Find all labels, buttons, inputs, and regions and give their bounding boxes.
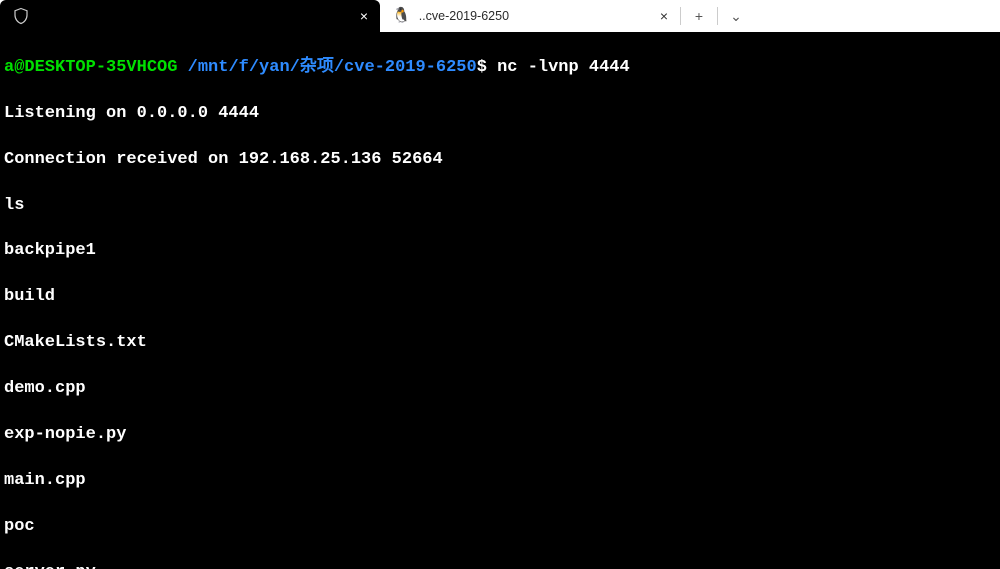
terminal-output-line: ls [4,195,996,218]
prompt-user-host: a@DESKTOP-35VHCOG [4,58,177,77]
tab-close-button[interactable]: × [656,8,672,24]
terminal-output-line: Connection received on 192.168.25.136 52… [4,149,996,172]
terminal-output-line: CMakeLists.txt [4,332,996,355]
terminal[interactable]: a@DESKTOP-35VHCOG /mnt/f/yan/杂项/cve-2019… [0,32,1000,569]
terminal-output-line: poc [4,516,996,539]
tab-close-button[interactable]: × [356,8,372,24]
terminal-output-line: demo.cpp [4,378,996,401]
tab-actions: + ⌄ [680,0,754,32]
terminal-output-line: Listening on 0.0.0.0 4444 [4,103,996,126]
terminal-output-line: backpipe1 [4,240,996,263]
prompt-command: nc -lvnp 4444 [487,58,630,77]
prompt-path: /mnt/f/yan/杂项/cve-2019-6250 [188,58,477,77]
tab-active[interactable]: × [0,0,380,32]
terminal-output-line: build [4,286,996,309]
tab-bar: × 🐧 ..cve-2019-6250 × + ⌄ [0,0,1000,32]
tab-title-inactive: ..cve-2019-6250 [419,9,648,23]
tab-inactive[interactable]: 🐧 ..cve-2019-6250 × [380,0,680,32]
prompt-line: a@DESKTOP-35VHCOG /mnt/f/yan/杂项/cve-2019… [4,57,996,80]
tab-dropdown-button[interactable]: ⌄ [718,0,754,32]
penguin-icon: 🐧 [392,9,411,24]
new-tab-button[interactable]: + [681,0,717,32]
prompt-dollar: $ [477,58,487,77]
terminal-output-line: server.py [4,562,996,569]
terminal-output-line: exp-nopie.py [4,424,996,447]
terminal-output-line: main.cpp [4,470,996,493]
shield-icon [12,7,30,25]
